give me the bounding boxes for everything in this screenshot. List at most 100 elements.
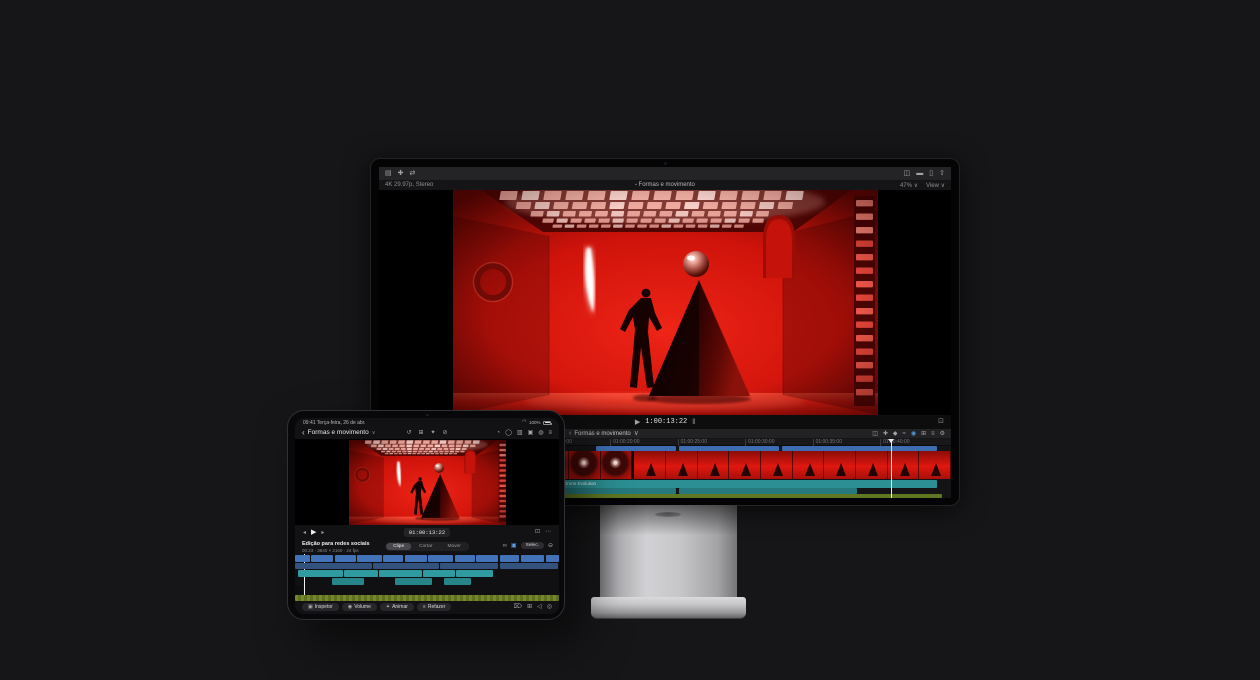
- ipad-clip-titles[interactable]: [357, 555, 382, 562]
- viewer-zoom-dropdown[interactable]: 47% ∨: [900, 182, 918, 189]
- loop-button[interactable]: ‖: [692, 419, 695, 426]
- keyboard-icon[interactable]: ▥: [517, 430, 523, 436]
- index-icon[interactable]: ▤: [385, 170, 392, 177]
- record-icon[interactable]: ◯: [505, 430, 512, 436]
- settings-icon[interactable]: ≡: [548, 430, 552, 436]
- ipad-clip-titles[interactable]: [476, 555, 498, 562]
- ipad-clip-music-a[interactable]: [379, 570, 421, 577]
- ipad-clip-connected-clip[interactable]: [295, 586, 303, 594]
- import-icon[interactable]: ✚: [398, 170, 404, 177]
- animate-button[interactable]: ✦Animar: [380, 603, 414, 611]
- ipad-timeline[interactable]: [295, 554, 559, 600]
- timeline-clip-titles[interactable]: [596, 446, 676, 451]
- film-frame[interactable]: [919, 451, 951, 479]
- back-arrow[interactable]: ‹: [569, 430, 571, 437]
- ipad-clip-overlay-video[interactable]: [373, 563, 439, 569]
- tools-icon[interactable]: ⇄: [410, 170, 416, 177]
- playhead[interactable]: [891, 439, 892, 498]
- effects-icon[interactable]: ≈: [903, 431, 906, 437]
- settings-icon[interactable]: ⚙: [940, 431, 945, 437]
- undo-icon[interactable]: ↺: [406, 430, 411, 436]
- film-frame[interactable]: [793, 451, 825, 479]
- film-frame[interactable]: [729, 451, 761, 479]
- index-icon[interactable]: ◫: [872, 431, 878, 437]
- more-icon[interactable]: ⋯: [545, 529, 551, 535]
- timeline-clip-titles[interactable]: [679, 446, 779, 451]
- ipad-clip-music-b[interactable]: [395, 578, 432, 585]
- ipad-clip-music-b[interactable]: [332, 578, 364, 585]
- mode-mover[interactable]: Mover: [440, 543, 467, 550]
- film-frame[interactable]: [888, 451, 920, 479]
- media-icon[interactable]: ▣: [528, 430, 534, 436]
- ipad-clip-music-a[interactable]: [298, 570, 343, 577]
- marker-icon[interactable]: ◆: [893, 431, 898, 437]
- ipad-clip-titles[interactable]: [405, 555, 427, 562]
- viewer-view-dropdown[interactable]: View ∨: [926, 182, 945, 189]
- display-stand-base: [591, 597, 746, 619]
- film-frame[interactable]: [761, 451, 793, 479]
- zoom-icon[interactable]: ⊡: [535, 529, 540, 535]
- speaker-icon[interactable]: ◁: [537, 604, 542, 610]
- ipad-clip-titles[interactable]: [311, 555, 333, 562]
- film-frame[interactable]: [666, 451, 698, 479]
- effects-icon[interactable]: ✦: [431, 430, 436, 436]
- duplicate-icon[interactable]: ⊞: [527, 604, 532, 610]
- copy-icon[interactable]: ⊞: [418, 430, 423, 436]
- more-button[interactable]: ⊖: [548, 543, 553, 549]
- ipad-clip-titles[interactable]: [455, 555, 475, 562]
- ipad-clip-titles[interactable]: [428, 555, 453, 562]
- ipad-clip-titles[interactable]: [335, 555, 356, 562]
- share-icon[interactable]: ⇧: [939, 170, 945, 177]
- ipad-clip-titles[interactable]: [521, 555, 545, 562]
- layers-icon[interactable]: ◍: [538, 430, 543, 436]
- timeline-clip-music-1[interactable]: Drone Evolution: [562, 480, 937, 488]
- insert-icon[interactable]: ✚: [883, 431, 888, 437]
- layout-inspector-icon[interactable]: ▯: [929, 170, 933, 177]
- layout-browser-icon[interactable]: ◫: [904, 170, 911, 177]
- timeline-clip-titles[interactable]: [782, 446, 936, 451]
- mode-clipe[interactable]: Clipe: [386, 543, 411, 550]
- film-frame[interactable]: [824, 451, 856, 479]
- ipad-clip-music-a[interactable]: [344, 570, 378, 577]
- film-frame[interactable]: [632, 451, 666, 479]
- play-button[interactable]: ▶: [635, 419, 640, 426]
- ipad-transport-bar: ◂ ▶ ▸ 01:00:13:22 ⊡⋯: [295, 525, 559, 539]
- overlay-toggle-icon[interactable]: ▣: [511, 543, 517, 549]
- timeline-project-name[interactable]: Formas e movimento: [574, 431, 630, 437]
- ipad-clip-music-b[interactable]: [444, 578, 470, 585]
- snapping-icon[interactable]: ⊞: [921, 431, 926, 437]
- fullscreen-button[interactable]: ⊡: [938, 418, 944, 425]
- ipad-clip-music-a[interactable]: [423, 570, 455, 577]
- ipad-clip-music-a[interactable]: [456, 570, 493, 577]
- redo-button[interactable]: ≡Refazer: [417, 603, 451, 611]
- back-button[interactable]: ‹: [302, 429, 305, 437]
- ipad-clip-overlay-video[interactable]: [440, 563, 498, 569]
- film-frame[interactable]: [856, 451, 888, 479]
- ipad-clip-titles[interactable]: [383, 555, 403, 562]
- film-frame[interactable]: [601, 451, 633, 479]
- disable-icon[interactable]: ⊘: [443, 430, 448, 436]
- loop-icon[interactable]: ∞: [503, 543, 507, 549]
- inspector-button[interactable]: ▣Inspetor: [302, 603, 339, 611]
- ipad-project-name[interactable]: Formas e movimento: [308, 429, 369, 436]
- ruler-label: 01:00:35:00: [813, 439, 842, 446]
- play-button[interactable]: ▶: [311, 528, 316, 536]
- ipad-clip-titles[interactable]: [295, 555, 310, 562]
- skimming-icon[interactable]: ◉: [911, 431, 916, 437]
- mode-cortar[interactable]: Cortar: [412, 543, 439, 550]
- timer-icon[interactable]: ◔: [497, 430, 501, 436]
- ipad-clip-titles[interactable]: [546, 555, 559, 562]
- select-button[interactable]: Selec.: [521, 542, 544, 549]
- skip-forward-button[interactable]: ▸: [321, 529, 324, 536]
- skip-back-button[interactable]: ◂: [303, 529, 306, 536]
- ipad-clip-overlay-video[interactable]: [295, 563, 372, 569]
- ipad-clip-titles[interactable]: [500, 555, 520, 562]
- voiceover-icon[interactable]: ◎: [547, 604, 552, 610]
- film-frame[interactable]: [569, 451, 601, 479]
- audio-icon[interactable]: ≡: [931, 431, 935, 437]
- trash-icon[interactable]: ⌦: [514, 604, 522, 610]
- layout-timeline-icon[interactable]: ▬: [916, 170, 923, 177]
- film-frame[interactable]: [698, 451, 730, 479]
- ipad-clip-overlay-video[interactable]: [500, 563, 558, 569]
- volume-button[interactable]: ◉Volume: [342, 603, 377, 611]
